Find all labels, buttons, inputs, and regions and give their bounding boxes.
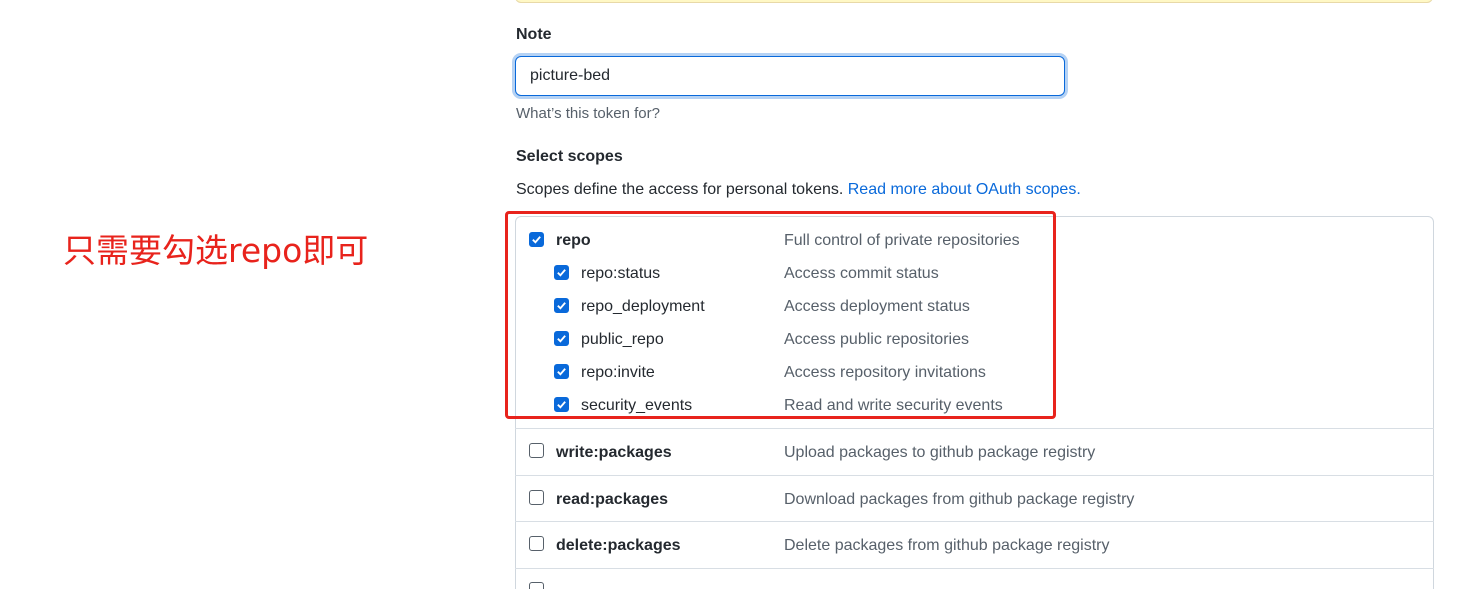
scopes-title: Select scopes — [516, 148, 623, 165]
scope-checkbox-delete-packages[interactable] — [529, 536, 544, 551]
note-help-text: What’s this token for? — [516, 105, 660, 122]
scope-name-write-packages: write:packages — [556, 444, 672, 461]
scope-checkbox-read-packages[interactable] — [529, 490, 544, 505]
check-icon — [557, 401, 566, 409]
scope-desc-delete-packages: Delete packages from github package regi… — [784, 537, 1110, 554]
row-divider — [515, 521, 1434, 522]
scope-name-public-repo: public_repo — [581, 331, 664, 348]
scope-name-repo-status: repo:status — [581, 265, 661, 282]
scope-name-delete-packages: delete:packages — [556, 537, 681, 554]
scope-name-repo-deployment: repo_deployment — [581, 298, 705, 315]
check-icon — [557, 368, 566, 376]
scope-desc-repo-status: Access commit status — [784, 265, 939, 282]
flash-banner — [515, 0, 1433, 3]
scope-desc-write-packages: Upload packages to github package regist… — [784, 444, 1096, 461]
check-icon — [532, 236, 541, 244]
scope-checkbox-repo[interactable] — [529, 232, 544, 247]
check-icon — [557, 302, 566, 310]
row-divider — [515, 568, 1434, 569]
scope-checkbox-repo-status[interactable] — [554, 265, 569, 280]
scope-desc-read-packages: Download packages from github package re… — [784, 491, 1135, 508]
scope-checkbox-repo-invite[interactable] — [554, 364, 569, 379]
scope-desc-repo: Full control of private repositories — [784, 232, 1020, 249]
token-settings-page: Note What’s this token for? Select scope… — [0, 0, 1484, 589]
scope-name-security-events: security_events — [581, 397, 693, 414]
scope-name-read-packages: read:packages — [556, 491, 669, 508]
check-icon — [557, 335, 566, 343]
scope-name-repo: repo — [556, 232, 591, 249]
note-label: Note — [516, 26, 552, 43]
scope-desc-public-repo: Access public repositories — [784, 331, 969, 348]
scope-checkbox-repo-deployment[interactable] — [554, 298, 569, 313]
check-icon — [557, 269, 566, 277]
oauth-scopes-link[interactable]: Read more about OAuth scopes. — [848, 181, 1081, 198]
scope-checkbox-next[interactable] — [529, 582, 544, 589]
row-divider — [515, 475, 1434, 476]
note-input[interactable] — [515, 56, 1065, 96]
scope-checkbox-write-packages[interactable] — [529, 443, 544, 458]
scopes-description: Scopes define the access for personal to… — [516, 181, 1081, 199]
scope-name-repo-invite: repo:invite — [581, 364, 655, 381]
scope-desc-security-events: Read and write security events — [784, 397, 1003, 414]
scope-checkbox-security-events[interactable] — [554, 397, 569, 412]
scopes-description-text: Scopes define the access for personal to… — [516, 181, 848, 198]
annotation-text: 只需要勾选repo即可 — [63, 231, 369, 270]
scope-checkbox-public-repo[interactable] — [554, 331, 569, 346]
scope-desc-repo-invite: Access repository invitations — [784, 364, 986, 381]
scope-desc-repo-deployment: Access deployment status — [784, 298, 970, 315]
row-divider — [515, 428, 1434, 429]
